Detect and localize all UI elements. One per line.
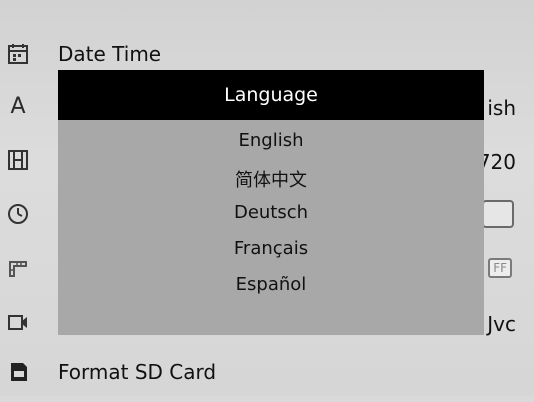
video-value: Jvc	[487, 312, 516, 336]
language-value: ish	[487, 96, 516, 120]
clock-icon	[6, 202, 30, 226]
ruler-icon	[6, 256, 30, 280]
menu-row-format-sd[interactable]: Format SD Card	[0, 346, 534, 402]
language-dialog: Language English 简体中文 Deutsch Français E…	[58, 70, 484, 335]
calendar-icon	[6, 42, 30, 66]
settings-screen: Date Time A ish 720 FF Jvc Format SD Car…	[0, 0, 534, 396]
language-option-german[interactable]: Deutsch	[58, 202, 484, 223]
sd-card-icon	[6, 360, 30, 384]
language-option-french[interactable]: Français	[58, 238, 484, 259]
language-icon: A	[10, 93, 26, 119]
language-option-spanish[interactable]: Español	[58, 274, 484, 295]
motion-toggle[interactable]: FF	[488, 258, 512, 278]
film-icon	[6, 148, 30, 172]
language-option-english[interactable]: English	[58, 130, 484, 151]
dialog-title: Language	[58, 70, 484, 120]
format-sd-label: Format SD Card	[58, 360, 217, 384]
date-time-label: Date Time	[58, 42, 162, 66]
language-option-chinese[interactable]: 简体中文	[58, 166, 484, 192]
clock-toggle[interactable]	[482, 200, 514, 228]
video-icon	[6, 310, 30, 334]
